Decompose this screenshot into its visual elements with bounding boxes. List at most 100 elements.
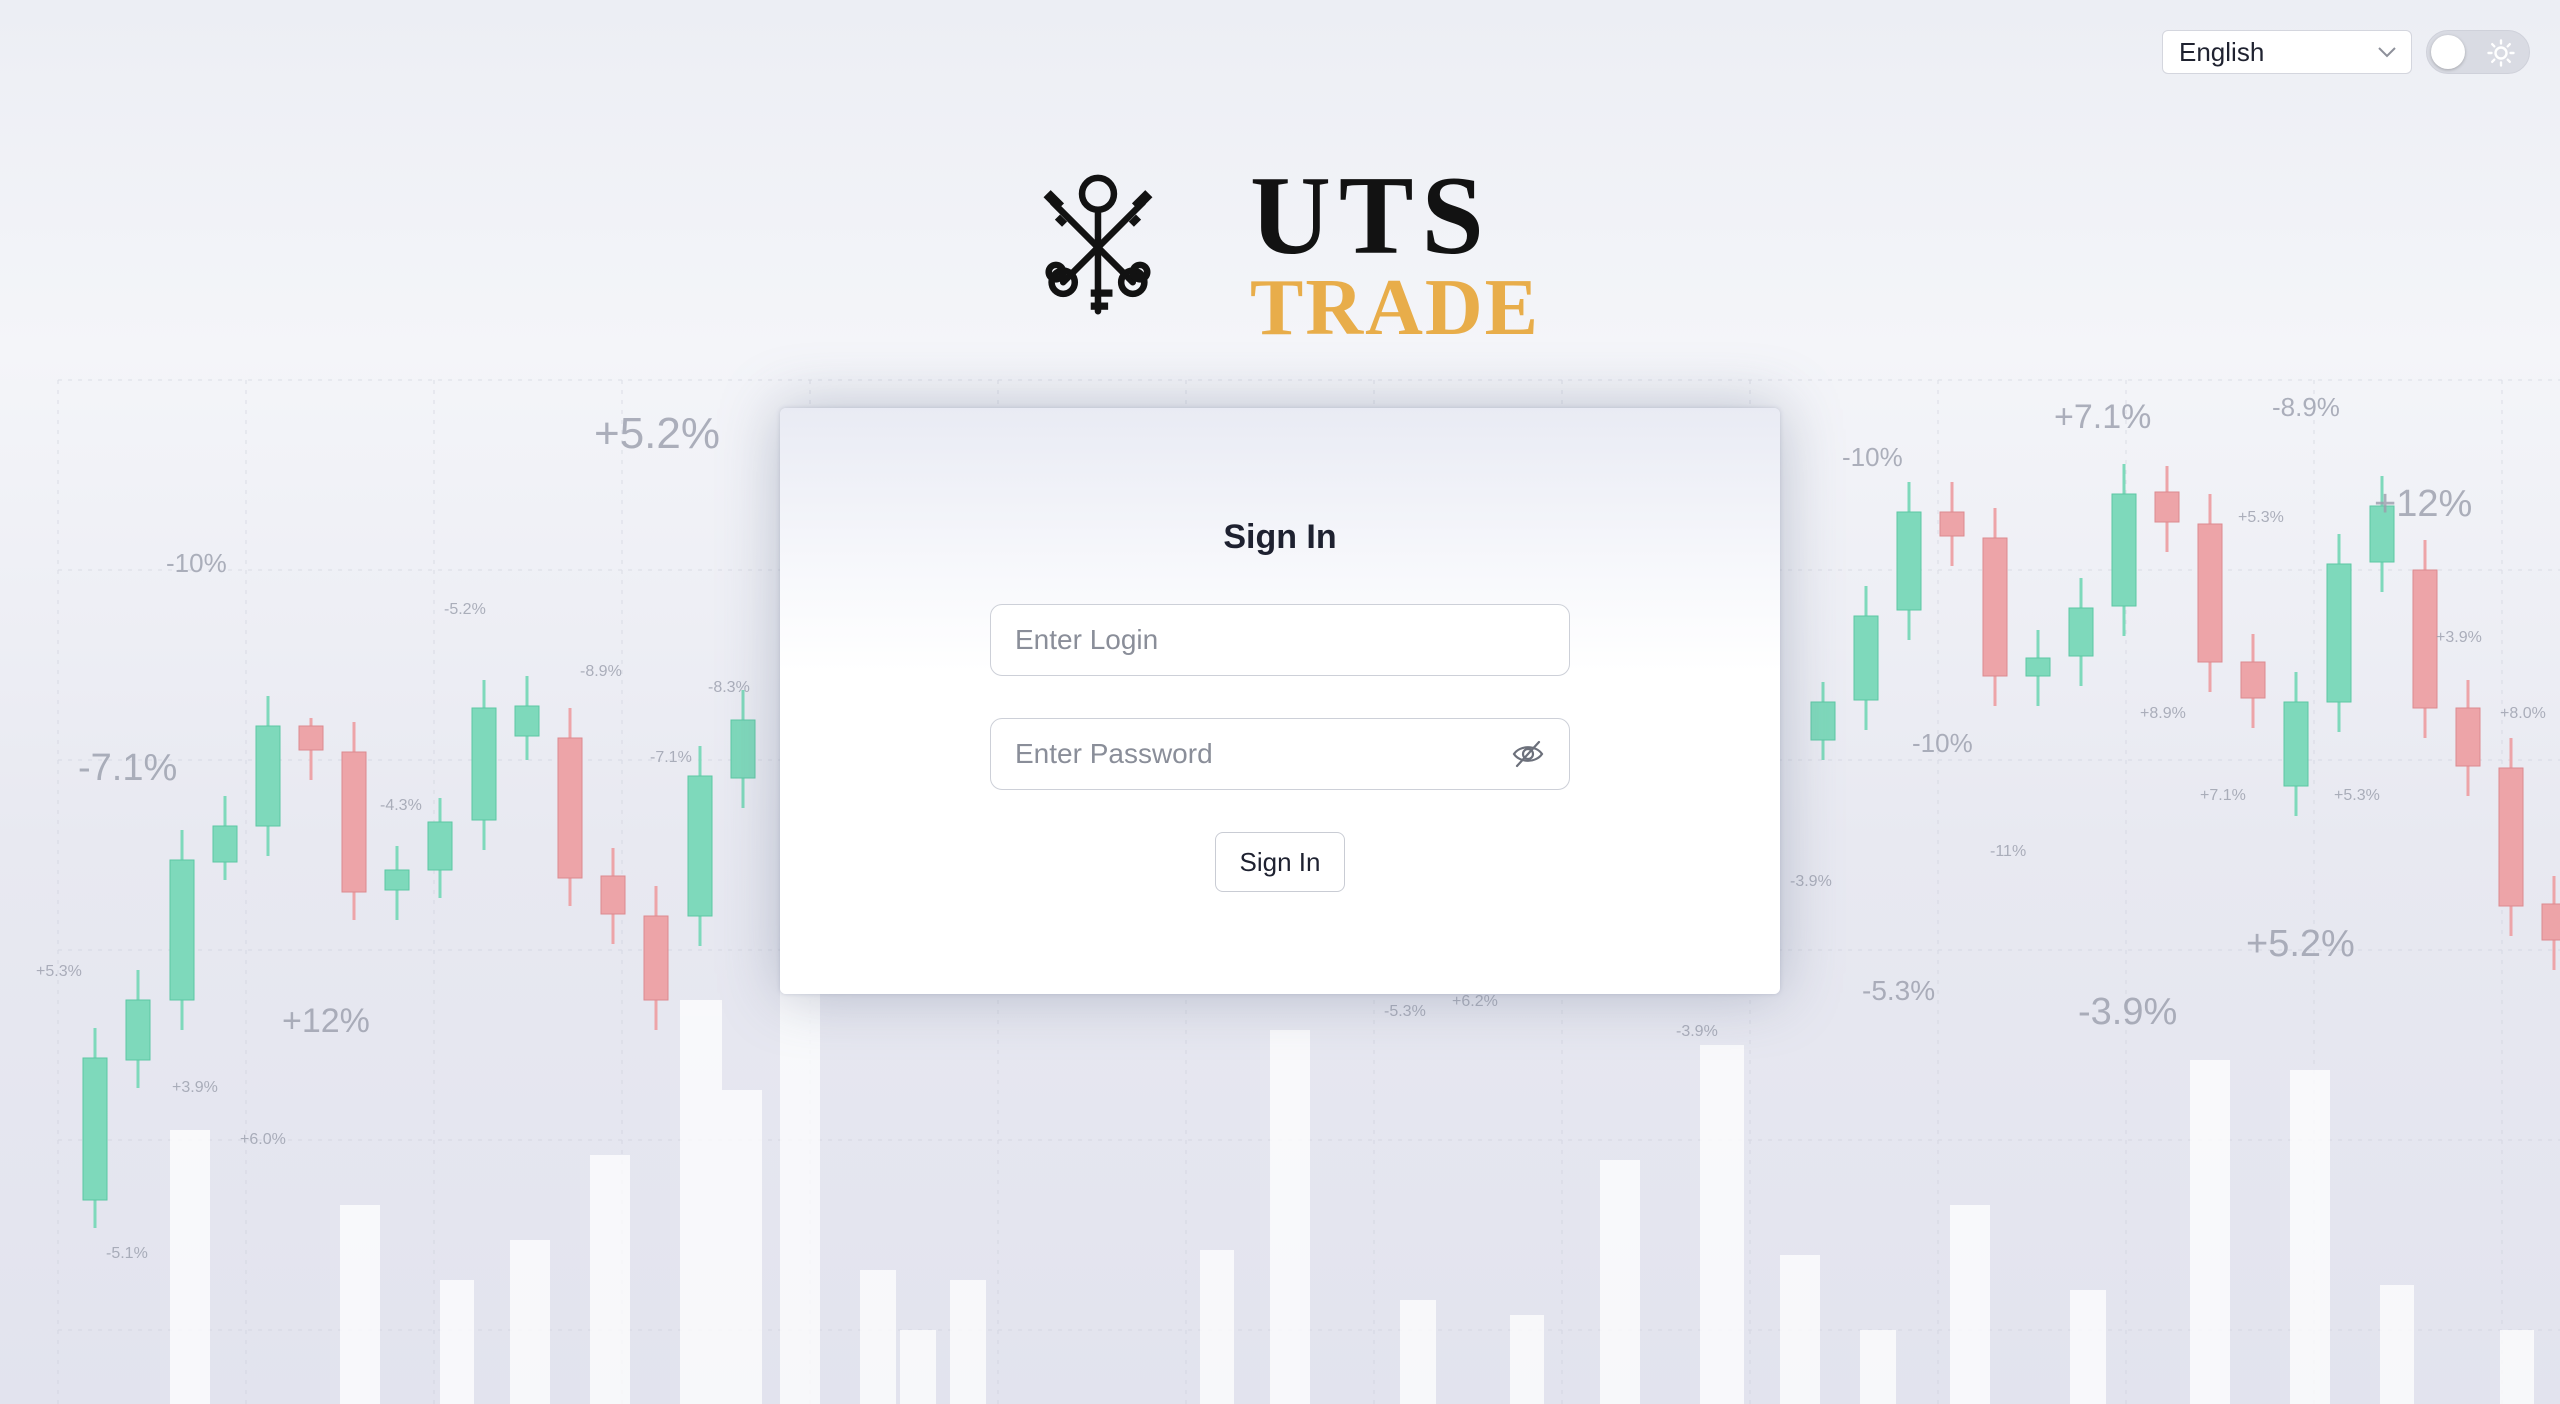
password-field <box>990 718 1570 790</box>
candle-body <box>2498 767 2524 907</box>
volume-bar <box>1780 1255 1820 1404</box>
login-field <box>990 604 1570 676</box>
percent-change-label: -7.1% <box>650 749 692 766</box>
percent-change-label: -11% <box>1990 843 2026 860</box>
volume-bar <box>1860 1330 1896 1404</box>
volume-bar <box>1200 1250 1234 1404</box>
percent-change-label: -8.3% <box>708 679 750 696</box>
percent-change-label: -10% <box>166 548 227 578</box>
candle-body <box>125 999 151 1061</box>
percent-change-label: +6.0% <box>240 1131 286 1148</box>
volume-bar <box>2380 1285 2414 1404</box>
percent-change-label: -3.9% <box>1790 873 1832 890</box>
percent-change-label: -3.9% <box>1676 1023 1718 1040</box>
percent-change-label: +5.3% <box>2334 787 2380 804</box>
sign-in-button[interactable]: Sign In <box>1215 832 1345 892</box>
candle-body <box>298 725 324 751</box>
percent-change-label: +12% <box>2374 483 2472 525</box>
percent-change-label: -5.1% <box>106 1245 148 1262</box>
top-controls: English <box>2162 30 2530 74</box>
volume-bar <box>590 1155 630 1404</box>
chevron-down-icon <box>2378 47 2396 58</box>
percent-change-label: -5.3% <box>1384 1003 1426 1020</box>
candle-body <box>341 751 367 893</box>
percent-change-label: +12% <box>282 1002 370 1040</box>
candle-body <box>1939 511 1965 537</box>
volume-bar <box>720 1090 762 1404</box>
candle-body <box>2154 491 2180 523</box>
percent-change-label: +6.2% <box>1452 993 1498 1010</box>
brand-name-line2: TRADE <box>1249 264 1540 352</box>
candle-body <box>384 869 410 891</box>
candle-body <box>1896 511 1922 611</box>
candle-body <box>1853 615 1879 701</box>
candle-body <box>2068 607 2094 657</box>
theme-toggle-knob <box>2431 35 2465 69</box>
eye-off-icon[interactable] <box>1511 739 1545 769</box>
candle-body <box>2283 701 2309 787</box>
candle-body <box>2541 903 2560 941</box>
percent-change-label: -5.2% <box>444 601 486 618</box>
percent-change-label: +7.1% <box>2200 787 2246 804</box>
brand-name-line1: UTS <box>1249 154 1492 278</box>
brand-wordmark: UTS TRADE <box>1249 154 1540 352</box>
candle-body <box>643 915 669 1001</box>
sign-in-title: Sign In <box>1223 518 1337 556</box>
percent-change-label: -7.1% <box>78 747 177 789</box>
candle-body <box>557 737 583 879</box>
volume-bar <box>170 1130 210 1404</box>
percent-change-label: +8.9% <box>2140 705 2186 722</box>
volume-bar <box>2290 1070 2330 1404</box>
percent-change-label: +7.1% <box>2054 398 2151 436</box>
percent-change-label: +5.3% <box>2238 509 2284 526</box>
brand-logo: UTS TRADE <box>1040 146 1540 352</box>
volume-bar <box>680 1000 722 1404</box>
sun-icon <box>2487 39 2515 67</box>
percent-change-label: +5.3% <box>36 963 82 980</box>
volume-bar <box>950 1280 986 1404</box>
candle-body <box>1810 701 1836 741</box>
percent-change-label: +3.9% <box>2436 629 2482 646</box>
volume-bar <box>1700 1045 1744 1404</box>
percent-change-label: -10% <box>1842 442 1903 472</box>
volume-bar <box>1400 1300 1436 1404</box>
volume-bar <box>340 1205 380 1404</box>
volume-bar <box>900 1330 936 1404</box>
candle-body <box>2240 661 2266 699</box>
candle-body <box>730 719 756 779</box>
language-selected-label: English <box>2179 36 2265 67</box>
theme-toggle[interactable] <box>2426 30 2530 74</box>
percent-change-label: -8.9% <box>2272 392 2340 422</box>
candle-body <box>255 725 281 827</box>
candle-body <box>2025 657 2051 677</box>
percent-change-label: -10% <box>1912 728 1973 758</box>
password-input[interactable] <box>1015 738 1511 770</box>
volume-bar <box>2190 1060 2230 1404</box>
percent-change-label: -8.9% <box>580 663 622 680</box>
volume-bar <box>1600 1160 1640 1404</box>
percent-change-label: +5.2% <box>594 409 720 458</box>
percent-change-label: -4.3% <box>380 797 422 814</box>
volume-bar <box>440 1280 474 1404</box>
candle-body <box>1982 537 2008 677</box>
sign-in-card: Sign In Sign In <box>780 408 1780 994</box>
percent-change-label: -5.3% <box>1862 975 1935 1006</box>
candle-body <box>82 1057 108 1201</box>
percent-change-label: -3.9% <box>2078 991 2177 1033</box>
candle-body <box>2111 493 2137 607</box>
login-input[interactable] <box>1015 624 1545 656</box>
candle-body <box>687 775 713 917</box>
language-select[interactable]: English <box>2162 30 2412 74</box>
candle-body <box>471 707 497 821</box>
candle-body <box>2326 563 2352 703</box>
percent-change-label: +8.0% <box>2500 705 2546 722</box>
volume-bar <box>1270 1030 1310 1404</box>
volume-bar <box>510 1240 550 1404</box>
candle-body <box>2197 523 2223 663</box>
volume-bar <box>780 960 820 1404</box>
candle-body <box>427 821 453 871</box>
candle-body <box>212 825 238 863</box>
candle-body <box>169 859 195 1001</box>
crossed-keys-icon <box>1043 174 1153 315</box>
percent-change-label: +3.9% <box>172 1079 218 1096</box>
